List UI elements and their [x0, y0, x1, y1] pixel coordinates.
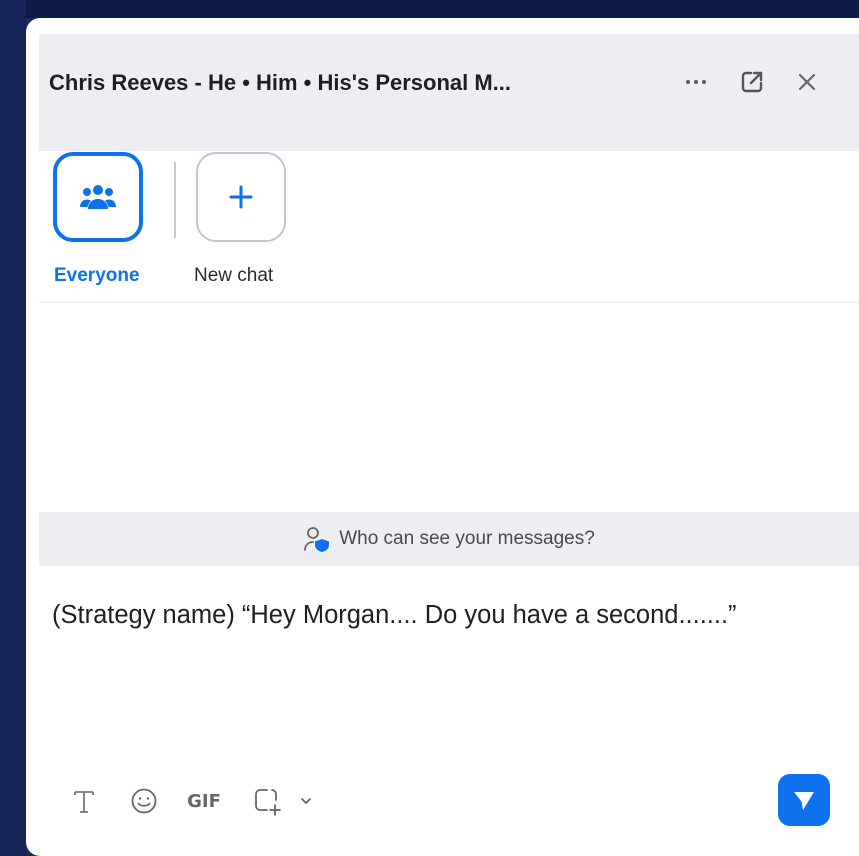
screenshot-icon [255, 789, 281, 816]
new-chat-button[interactable] [196, 152, 286, 242]
chat-panel: Chris Reeves - He • Him • His's Personal… [26, 18, 859, 856]
plus-icon [229, 185, 253, 209]
new-chat-label: New chat [194, 265, 274, 286]
chat-selector: Everyone New chat [50, 152, 450, 302]
window-frame-left [0, 0, 26, 856]
message-visibility-text: Who can see your messages? [339, 528, 595, 549]
pop-out-icon [741, 71, 763, 93]
send-icon [794, 792, 814, 810]
gif-button[interactable]: GIF [182, 781, 226, 821]
emoji-icon [131, 788, 157, 814]
more-options-icon [686, 80, 706, 84]
close-button[interactable] [791, 66, 823, 98]
chat-divider [39, 301, 859, 303]
more-options-button[interactable] [680, 66, 712, 98]
chat-title: Chris Reeves - He • Him • His's Personal… [49, 70, 512, 95]
person-shield-icon [304, 527, 330, 552]
people-group-icon [80, 185, 116, 209]
composer-toolbar: GIF [66, 778, 316, 824]
chat-everyone-label: Everyone [54, 265, 140, 286]
message-input[interactable]: (Strategy name) “Hey Morgan.... Do you h… [52, 594, 812, 636]
close-icon [798, 73, 816, 91]
chevron-down-icon [301, 798, 311, 804]
message-visibility-link[interactable]: Who can see your messages? [39, 512, 859, 566]
format-text-button[interactable] [66, 781, 102, 821]
chat-everyone-button[interactable] [53, 152, 143, 242]
more-tools-button[interactable] [296, 781, 316, 821]
emoji-button[interactable] [126, 781, 162, 821]
screenshot-button[interactable] [248, 781, 286, 821]
send-button[interactable] [778, 774, 830, 826]
chat-separator [174, 162, 176, 238]
text-format-icon [74, 791, 94, 813]
window-frame-top [0, 0, 859, 18]
pop-out-button[interactable] [736, 66, 768, 98]
